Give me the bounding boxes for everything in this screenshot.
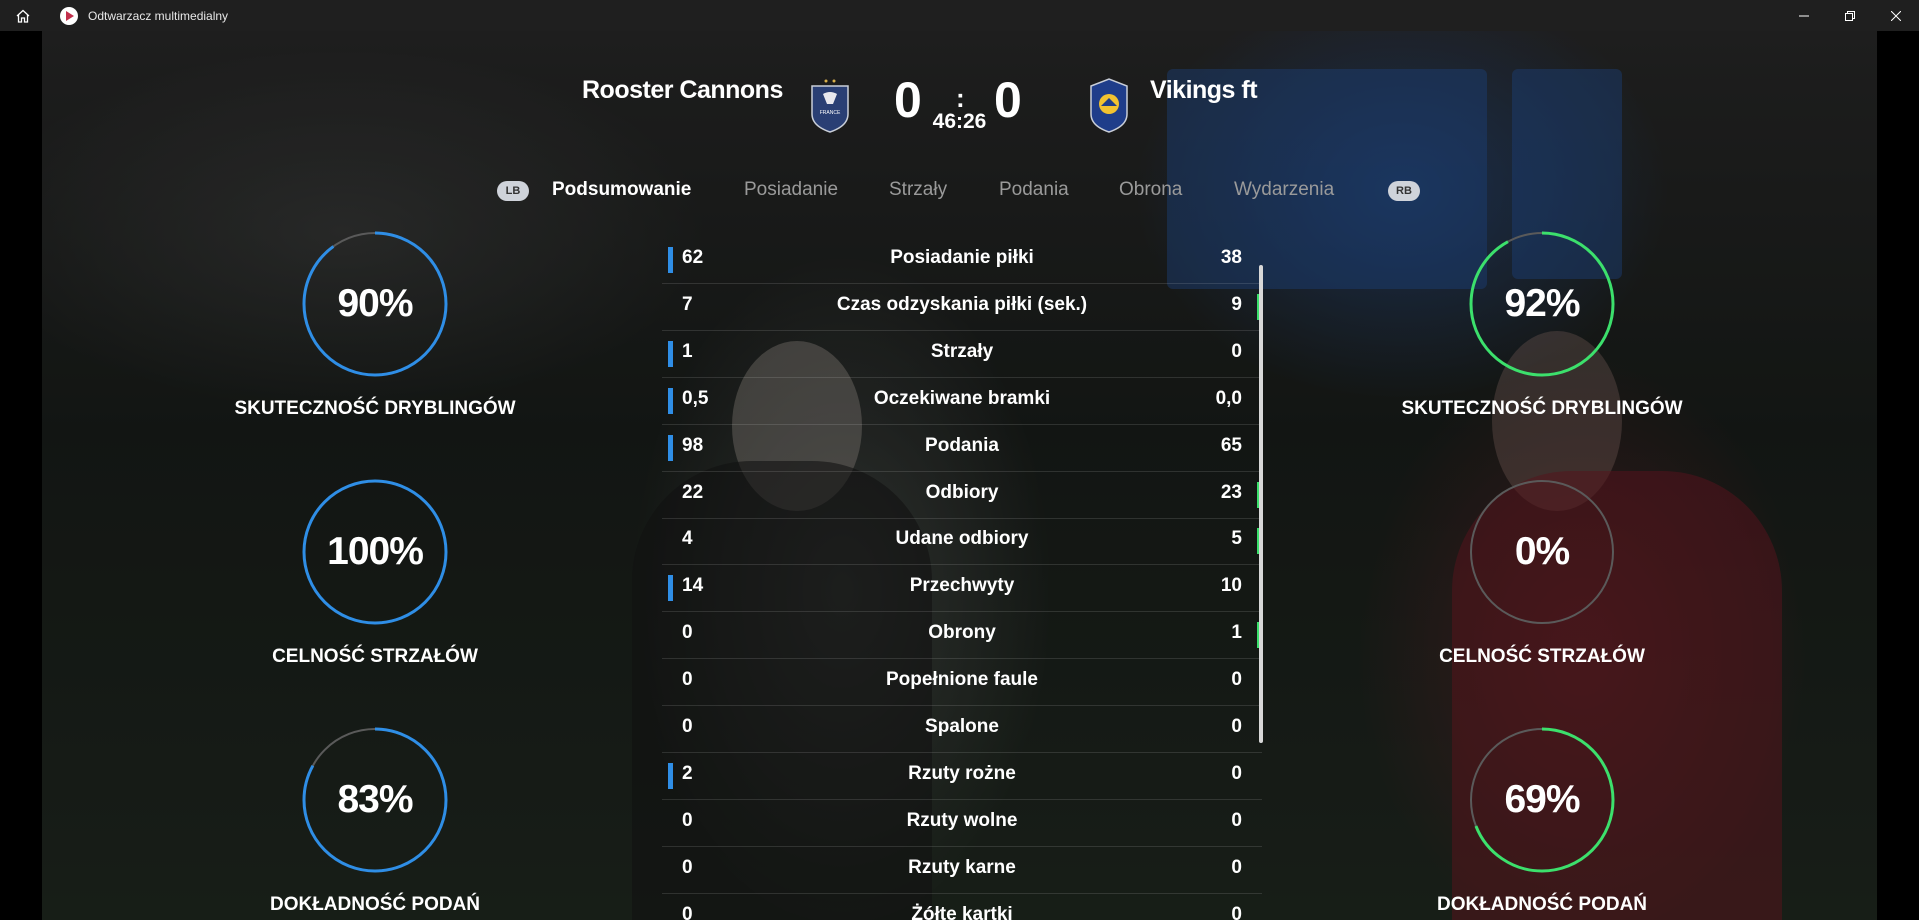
stat-name: Rzuty wolne bbox=[906, 809, 1018, 831]
minimize-icon bbox=[1799, 15, 1809, 16]
home-gauge: 83% bbox=[301, 726, 449, 874]
stat-row: 22 Odbiory 23 bbox=[662, 472, 1262, 519]
stat-name: Podania bbox=[925, 434, 999, 456]
home-button[interactable] bbox=[0, 0, 46, 31]
stat-name: Posiadanie piłki bbox=[890, 247, 1034, 268]
away-gauge: 69% bbox=[1468, 726, 1616, 874]
stat-away-value: 10 bbox=[1220, 575, 1242, 597]
stat-away-value: 65 bbox=[1220, 434, 1242, 456]
home-team-name: Rooster Cannons bbox=[582, 76, 783, 104]
home-gauge-label: SKUTECZNOŚĆ DRYBLINGÓW bbox=[234, 398, 516, 419]
away-gauge-value: 0% bbox=[1514, 530, 1570, 573]
app-logo-icon bbox=[60, 6, 78, 25]
restore-icon bbox=[1845, 10, 1855, 21]
away-gauge-label: SKUTECZNOŚĆ DRYBLINGÓW bbox=[1401, 398, 1683, 419]
stat-name: Żółte kartki bbox=[911, 903, 1013, 920]
stats-scrollbar[interactable] bbox=[1259, 265, 1263, 743]
stat-name: Udane odbiory bbox=[895, 528, 1029, 550]
stat-name: Rzuty rożne bbox=[908, 762, 1016, 784]
away-gauge-label: CELNOŚĆ STRZAŁÓW bbox=[1439, 646, 1645, 667]
stat-away-value: 0 bbox=[1231, 716, 1242, 737]
stat-name: Odbiory bbox=[925, 481, 999, 503]
stat-row: 4 Udane odbiory 5 bbox=[662, 518, 1262, 566]
away-team-name: Vikings ft bbox=[1150, 76, 1258, 104]
stat-away-value: 38 bbox=[1220, 247, 1242, 268]
stat-row: 0,5 Oczekiwane bramki 0,0 bbox=[662, 378, 1262, 425]
stat-away-value: 0 bbox=[1231, 669, 1242, 691]
away-gauge-label: DOKŁADNOŚĆ PODAŃ bbox=[1436, 894, 1648, 915]
home-gauge-label: DOKŁADNOŚĆ PODAŃ bbox=[269, 894, 481, 915]
stat-row: 0 Obrony 1 bbox=[662, 612, 1262, 660]
stat-away-value: 0 bbox=[1231, 809, 1242, 831]
stat-row: 62 Posiadanie piłki 38 bbox=[662, 237, 1262, 284]
stat-away-value: 5 bbox=[1231, 528, 1242, 550]
restore-button[interactable] bbox=[1827, 0, 1873, 31]
stat-away-value: 0 bbox=[1231, 903, 1242, 920]
tab-posiadanie[interactable]: Posiadanie bbox=[744, 179, 838, 201]
video-frame[interactable]: Rooster Cannons FRANCE 0 : 0 Vikings ft … bbox=[42, 31, 1877, 920]
stat-row: 0 Rzuty karne 0 bbox=[662, 847, 1262, 894]
stat-name: Czas odzyskania piłki (sek.) bbox=[836, 293, 1088, 315]
minimize-button[interactable] bbox=[1781, 0, 1827, 31]
close-button[interactable] bbox=[1873, 0, 1919, 31]
tab-strzaly[interactable]: Strzały bbox=[889, 179, 947, 201]
tab-obrona[interactable]: Obrona bbox=[1119, 179, 1182, 201]
home-icon bbox=[16, 9, 30, 23]
tab-podania[interactable]: Podania bbox=[999, 179, 1069, 201]
stat-name: Strzały bbox=[930, 340, 994, 362]
stat-name: Popełnione faule bbox=[885, 669, 1039, 691]
home-gauge: 100% bbox=[301, 478, 449, 626]
away-gauge: 92% bbox=[1468, 230, 1616, 378]
stat-row: 2 Rzuty rożne 0 bbox=[662, 753, 1262, 800]
away-gauge-value: 69% bbox=[1504, 778, 1580, 821]
stat-row: 0 Spalone 0 bbox=[662, 706, 1262, 753]
lb-bumper-icon[interactable]: LB bbox=[497, 181, 529, 201]
stat-row: 1 Strzały 0 bbox=[662, 331, 1262, 378]
stat-name: Przechwyty bbox=[909, 575, 1015, 597]
stat-row: 98 Podania 65 bbox=[662, 425, 1262, 472]
title-bar: Odtwarzacz multimedialny bbox=[0, 0, 1919, 31]
away-gauge: 0% bbox=[1468, 478, 1616, 626]
stat-name: Oczekiwane bramki bbox=[873, 387, 1051, 409]
stat-away-value: 1 bbox=[1231, 622, 1242, 644]
home-gauge-label: CELNOŚĆ STRZAŁÓW bbox=[272, 646, 478, 667]
stat-row: 0 Żółte kartki 0 bbox=[662, 894, 1262, 920]
rb-bumper-icon[interactable]: RB bbox=[1388, 181, 1420, 201]
away-gauge-value: 92% bbox=[1504, 282, 1580, 325]
match-clock: 46:26 bbox=[932, 110, 987, 133]
stat-away-value: 9 bbox=[1231, 293, 1242, 315]
window-title: Odtwarzacz multimedialny bbox=[88, 8, 229, 23]
home-gauge: 90% bbox=[301, 230, 449, 378]
tab-podsumowanie[interactable]: Podsumowanie bbox=[552, 179, 691, 201]
tab-wydarzenia[interactable]: Wydarzenia bbox=[1234, 179, 1334, 201]
stat-away-value: 0,0 bbox=[1215, 387, 1242, 409]
home-gauge-value: 90% bbox=[337, 282, 413, 325]
stat-away-value: 0 bbox=[1231, 856, 1242, 878]
stat-row: 0 Popełnione faule 0 bbox=[662, 659, 1262, 707]
stat-name: Spalone bbox=[925, 716, 999, 737]
stat-away-value: 23 bbox=[1220, 481, 1242, 503]
stat-name: Obrony bbox=[928, 622, 996, 644]
close-icon bbox=[1891, 10, 1901, 21]
stat-away-value: 0 bbox=[1231, 340, 1242, 362]
stat-row: 0 Rzuty wolne 0 bbox=[662, 800, 1262, 847]
stat-away-value: 0 bbox=[1231, 762, 1242, 784]
home-gauge-value: 100% bbox=[327, 530, 424, 573]
stat-row: 7 Czas odzyskania piłki (sek.) 9 bbox=[662, 284, 1262, 331]
stat-name: Rzuty karne bbox=[908, 856, 1016, 878]
home-gauge-value: 83% bbox=[337, 778, 413, 821]
stat-row: 14 Przechwyty 10 bbox=[662, 565, 1262, 613]
